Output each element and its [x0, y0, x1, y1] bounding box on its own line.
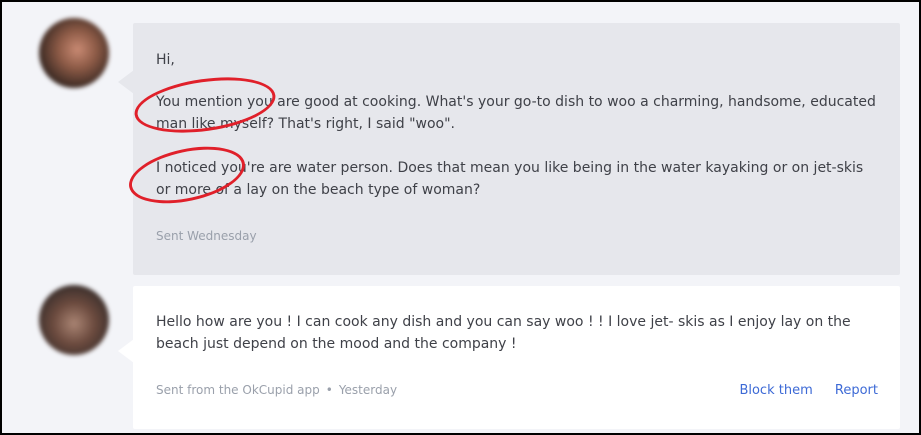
bubble-tail	[118, 339, 134, 363]
message-bubble-sent: Hi, You mention you are good at cooking.…	[133, 23, 900, 275]
report-button[interactable]: Report	[835, 383, 878, 398]
block-button[interactable]: Block them	[739, 383, 812, 398]
message-bubble-received: Hello how are you ! I can cook any dish …	[133, 286, 900, 429]
message-paragraph: I noticed you're are water person. Does …	[156, 160, 864, 198]
message-meta: Sent from the OkCupid app • Yesterday	[156, 383, 397, 397]
message-paragraph: Hello how are you ! I can cook any dish …	[156, 314, 851, 352]
message-actions: Block them Report	[721, 383, 878, 398]
conversation-view: Hi, You mention you are good at cooking.…	[0, 0, 921, 435]
message-greeting: Hi,	[156, 52, 175, 68]
recipient-avatar[interactable]	[39, 285, 109, 355]
message-timestamp: Yesterday	[338, 383, 398, 397]
bubble-tail	[118, 70, 134, 94]
message-timestamp: Sent Wednesday	[156, 229, 257, 243]
sender-avatar[interactable]	[39, 18, 109, 88]
meta-separator: •	[325, 383, 333, 397]
message-source: Sent from the OkCupid app	[156, 383, 320, 397]
